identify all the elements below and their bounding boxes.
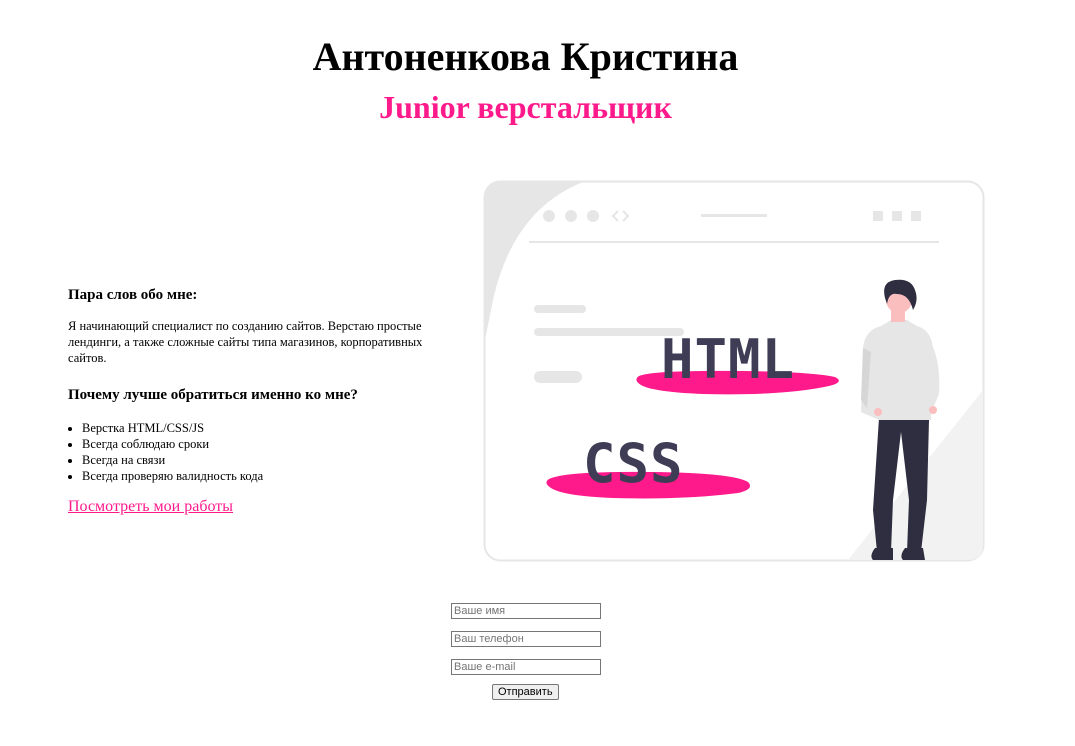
window-dot-icon xyxy=(565,210,577,222)
why-heading: Почему лучше обратиться именно ко мне? xyxy=(68,387,358,403)
submit-button[interactable]: Отправить xyxy=(492,684,559,700)
placeholder-line xyxy=(534,371,582,383)
list-item: Всегда соблюдаю сроки xyxy=(82,436,458,452)
about-heading: Пара слов обо мне: xyxy=(68,287,198,303)
reasons-list: Верстка HTML/CSS/JS Всегда соблюдаю срок… xyxy=(68,420,458,484)
about-section: Пара слов обо мне: Я начинающий специали… xyxy=(68,286,458,516)
works-link[interactable]: Посмотреть мои работы xyxy=(68,498,233,516)
window-button-icon xyxy=(873,211,883,221)
web-developer-illustration: HTML CSS xyxy=(483,180,985,562)
list-item: Верстка HTML/CSS/JS xyxy=(82,420,458,436)
address-bar xyxy=(701,214,767,217)
window-dot-icon xyxy=(543,210,555,222)
window-dot-icon xyxy=(587,210,599,222)
window-button-icon xyxy=(892,211,902,221)
list-item: Всегда проверяю валидность кода xyxy=(82,468,458,484)
page-subtitle: Junior верстальщик xyxy=(379,89,672,125)
phone-field[interactable] xyxy=(451,631,601,647)
css-label: CSS xyxy=(583,432,684,495)
header-divider xyxy=(529,241,939,243)
window-button-icon xyxy=(911,211,921,221)
list-item: Всегда на связи xyxy=(82,452,458,468)
placeholder-line xyxy=(534,305,586,313)
name-field[interactable] xyxy=(451,603,601,619)
page-title: Антоненкова Кристина xyxy=(312,34,739,79)
html-label: HTML xyxy=(661,328,795,391)
email-field[interactable] xyxy=(451,659,601,675)
about-text: Я начинающий специалист по созданию сайт… xyxy=(68,319,423,365)
contact-form: Отправить xyxy=(451,603,601,700)
